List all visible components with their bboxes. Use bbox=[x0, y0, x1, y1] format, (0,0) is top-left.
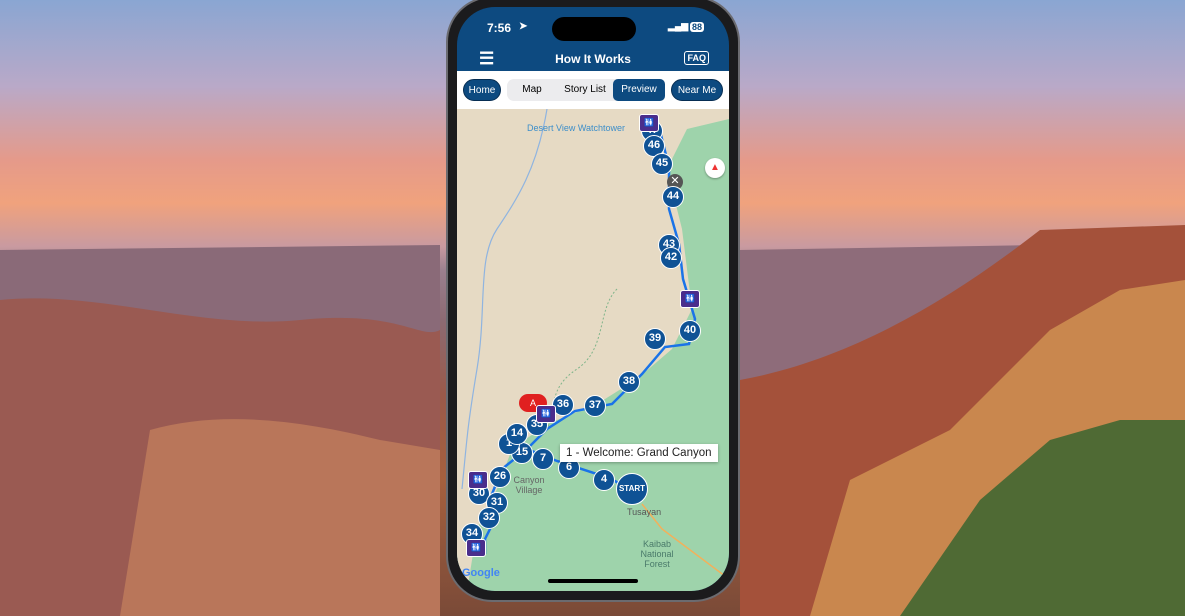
phone-screen: 7:56 ➤ ▂▄▆ 88 ☰ How It Works FAQ Home Ma… bbox=[457, 7, 729, 591]
faq-button[interactable]: FAQ bbox=[684, 51, 709, 65]
status-bar: 7:56 ➤ ▂▄▆ 88 bbox=[457, 17, 729, 41]
google-logo: Google bbox=[462, 567, 500, 579]
map-label: Kaibab National Forest bbox=[640, 539, 674, 569]
home-button[interactable]: Home bbox=[463, 79, 501, 101]
compass-icon[interactable]: ▲ bbox=[705, 158, 725, 178]
map-marker[interactable]: 32 bbox=[478, 507, 500, 529]
status-time: 7:56 bbox=[487, 21, 512, 35]
map-marker[interactable]: 37 bbox=[584, 395, 606, 417]
map-marker[interactable]: START bbox=[616, 473, 648, 505]
phone-mockup: 7:56 ➤ ▂▄▆ 88 ☰ How It Works FAQ Home Ma… bbox=[446, 0, 740, 602]
map-marker[interactable]: 7 bbox=[532, 448, 554, 470]
restroom-icon[interactable]: 🚻 bbox=[680, 290, 700, 308]
tab-map[interactable]: Map bbox=[507, 79, 557, 101]
map-marker[interactable]: 4 bbox=[593, 469, 615, 491]
restroom-icon[interactable]: 🚻 bbox=[466, 539, 486, 557]
battery-indicator: 88 bbox=[690, 22, 705, 32]
map-marker[interactable]: 26 bbox=[489, 466, 511, 488]
restroom-icon[interactable]: 🚻 bbox=[639, 114, 659, 132]
page-title: How It Works bbox=[555, 52, 631, 66]
dynamic-island bbox=[552, 17, 636, 41]
map-marker[interactable]: 38 bbox=[618, 371, 640, 393]
app-header: ☰ How It Works FAQ bbox=[457, 47, 729, 71]
map-view[interactable]: Desert View Watchtower Tusayan Kaibab Na… bbox=[457, 109, 729, 591]
tab-bar: Home Map Story List Preview Near Me bbox=[457, 71, 729, 109]
map-marker[interactable]: 44 bbox=[662, 186, 684, 208]
near-me-button[interactable]: Near Me bbox=[671, 79, 723, 101]
map-marker[interactable]: 45 bbox=[651, 153, 673, 175]
map-marker[interactable]: 40 bbox=[679, 320, 701, 342]
map-marker[interactable]: 42 bbox=[660, 247, 682, 269]
hamburger-menu-icon[interactable]: ☰ bbox=[479, 47, 494, 71]
view-segmented-control: Map Story List Preview bbox=[507, 79, 665, 101]
restroom-icon[interactable]: 🚻 bbox=[468, 471, 488, 489]
restroom-icon[interactable]: 🚻 bbox=[536, 405, 556, 423]
map-marker[interactable]: 14 bbox=[506, 423, 528, 445]
home-indicator bbox=[548, 579, 638, 583]
map-label: Canyon Village bbox=[513, 475, 545, 495]
map-label: Desert View Watchtower bbox=[527, 123, 626, 133]
marker-tooltip[interactable]: 1 - Welcome: Grand Canyon bbox=[560, 444, 718, 462]
map-label: Tusayan bbox=[627, 507, 662, 517]
signal-icon: ▂▄▆ bbox=[668, 21, 689, 31]
tab-preview[interactable]: Preview bbox=[613, 79, 665, 101]
tab-story-list[interactable]: Story List bbox=[557, 79, 613, 101]
location-arrow-icon: ➤ bbox=[519, 21, 528, 32]
map-marker[interactable]: 39 bbox=[644, 328, 666, 350]
